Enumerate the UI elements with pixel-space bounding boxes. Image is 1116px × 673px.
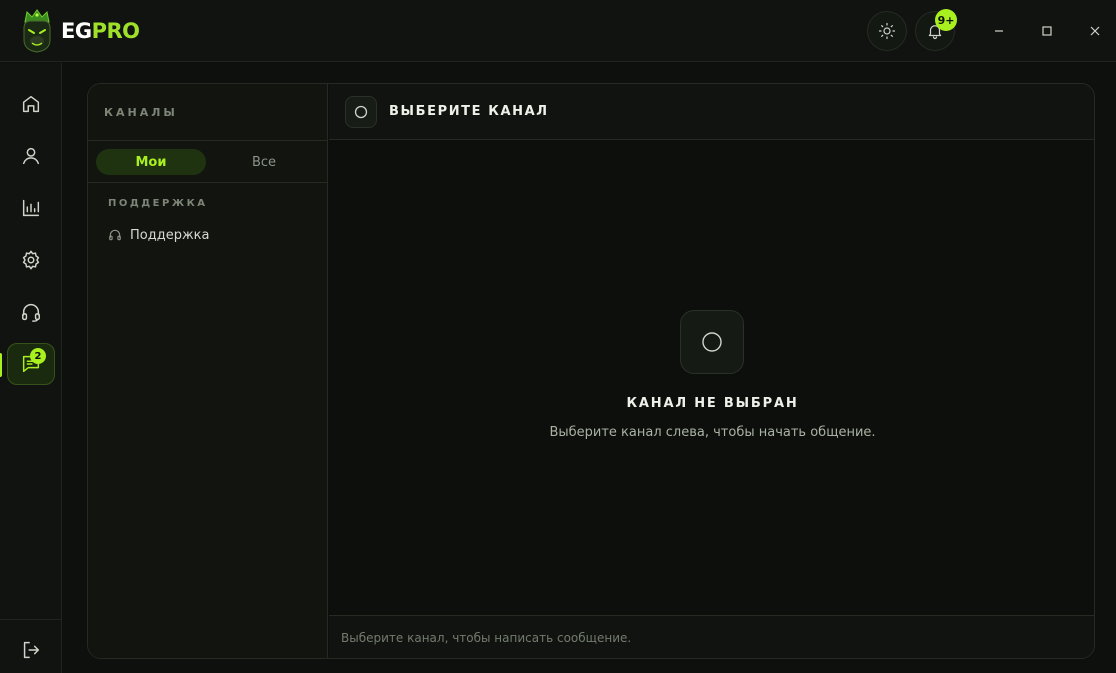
divider — [88, 140, 328, 141]
close-icon — [1090, 26, 1100, 36]
maximize-icon — [1042, 26, 1052, 36]
channels-sidebar: КАНАЛЫ Мои Все ПОДДЕРЖКА Поддержка — [88, 84, 328, 658]
settings-icon — [22, 250, 40, 270]
nav-home-button[interactable] — [7, 83, 55, 125]
close-button[interactable] — [1082, 18, 1108, 44]
maximize-button[interactable] — [1034, 18, 1060, 44]
channel-placeholder-icon — [345, 96, 377, 128]
logo-icon — [21, 8, 53, 54]
empty-state-title: КАНАЛ НЕ ВЫБРАН — [626, 396, 799, 411]
theme-sun-icon — [878, 22, 896, 40]
nav-active-indicator — [0, 353, 2, 377]
channel-item-label: Поддержка — [130, 227, 210, 243]
empty-state-subtitle: Выберите канал слева, чтобы начать общен… — [549, 425, 876, 440]
minimize-icon — [995, 30, 1003, 32]
logout-button[interactable] — [7, 629, 55, 671]
minimize-button[interactable] — [986, 18, 1012, 44]
brand-logo-text: EGPRO — [61, 18, 140, 44]
chat-panel: КАНАЛЫ Мои Все ПОДДЕРЖКА Поддержка ВЫБЕР… — [87, 83, 1095, 659]
chat-header: ВЫБЕРИТЕ КАНАЛ — [329, 84, 1094, 140]
nav-chat-button[interactable]: 2 — [7, 343, 55, 385]
brand-prefix: EG — [61, 19, 92, 43]
composer-hint: Выберите канал, чтобы написать сообщение… — [341, 631, 632, 645]
nav-profile-button[interactable] — [7, 135, 55, 177]
message-composer: Выберите канал, чтобы написать сообщение… — [329, 615, 1094, 658]
notifications-button[interactable]: 9+ — [915, 9, 957, 51]
channel-group-label: ПОДДЕРЖКА — [108, 198, 208, 209]
brand-suffix: PRO — [91, 19, 140, 43]
chat-unread-badge: 2 — [30, 348, 46, 364]
nav-support-button[interactable] — [7, 291, 55, 333]
title-bar: EGPRO 9+ — [0, 0, 1116, 62]
nav-settings-button[interactable] — [7, 239, 55, 281]
tab-mine[interactable]: Мои — [96, 149, 206, 175]
chat-header-title: ВЫБЕРИТЕ КАНАЛ — [389, 104, 549, 119]
empty-state-icon — [680, 310, 744, 374]
headset-icon — [22, 304, 40, 322]
home-icon — [22, 95, 40, 113]
logout-icon — [23, 641, 40, 659]
chat-area: ВЫБЕРИТЕ КАНАЛ КАНАЛ НЕ ВЫБРАН Выберите … — [329, 84, 1094, 658]
headset-icon — [109, 229, 121, 241]
nav-stats-button[interactable] — [7, 187, 55, 229]
rail-divider — [0, 619, 62, 620]
channel-item-support[interactable]: Поддержка — [104, 222, 316, 248]
notifications-badge: 9+ — [935, 9, 957, 31]
user-icon — [22, 147, 40, 165]
stats-icon — [22, 199, 40, 217]
channels-title: КАНАЛЫ — [104, 106, 178, 119]
divider — [88, 182, 328, 183]
theme-toggle-button[interactable] — [867, 11, 907, 51]
tab-all[interactable]: Все — [209, 149, 319, 175]
nav-rail: 2 — [0, 63, 62, 673]
